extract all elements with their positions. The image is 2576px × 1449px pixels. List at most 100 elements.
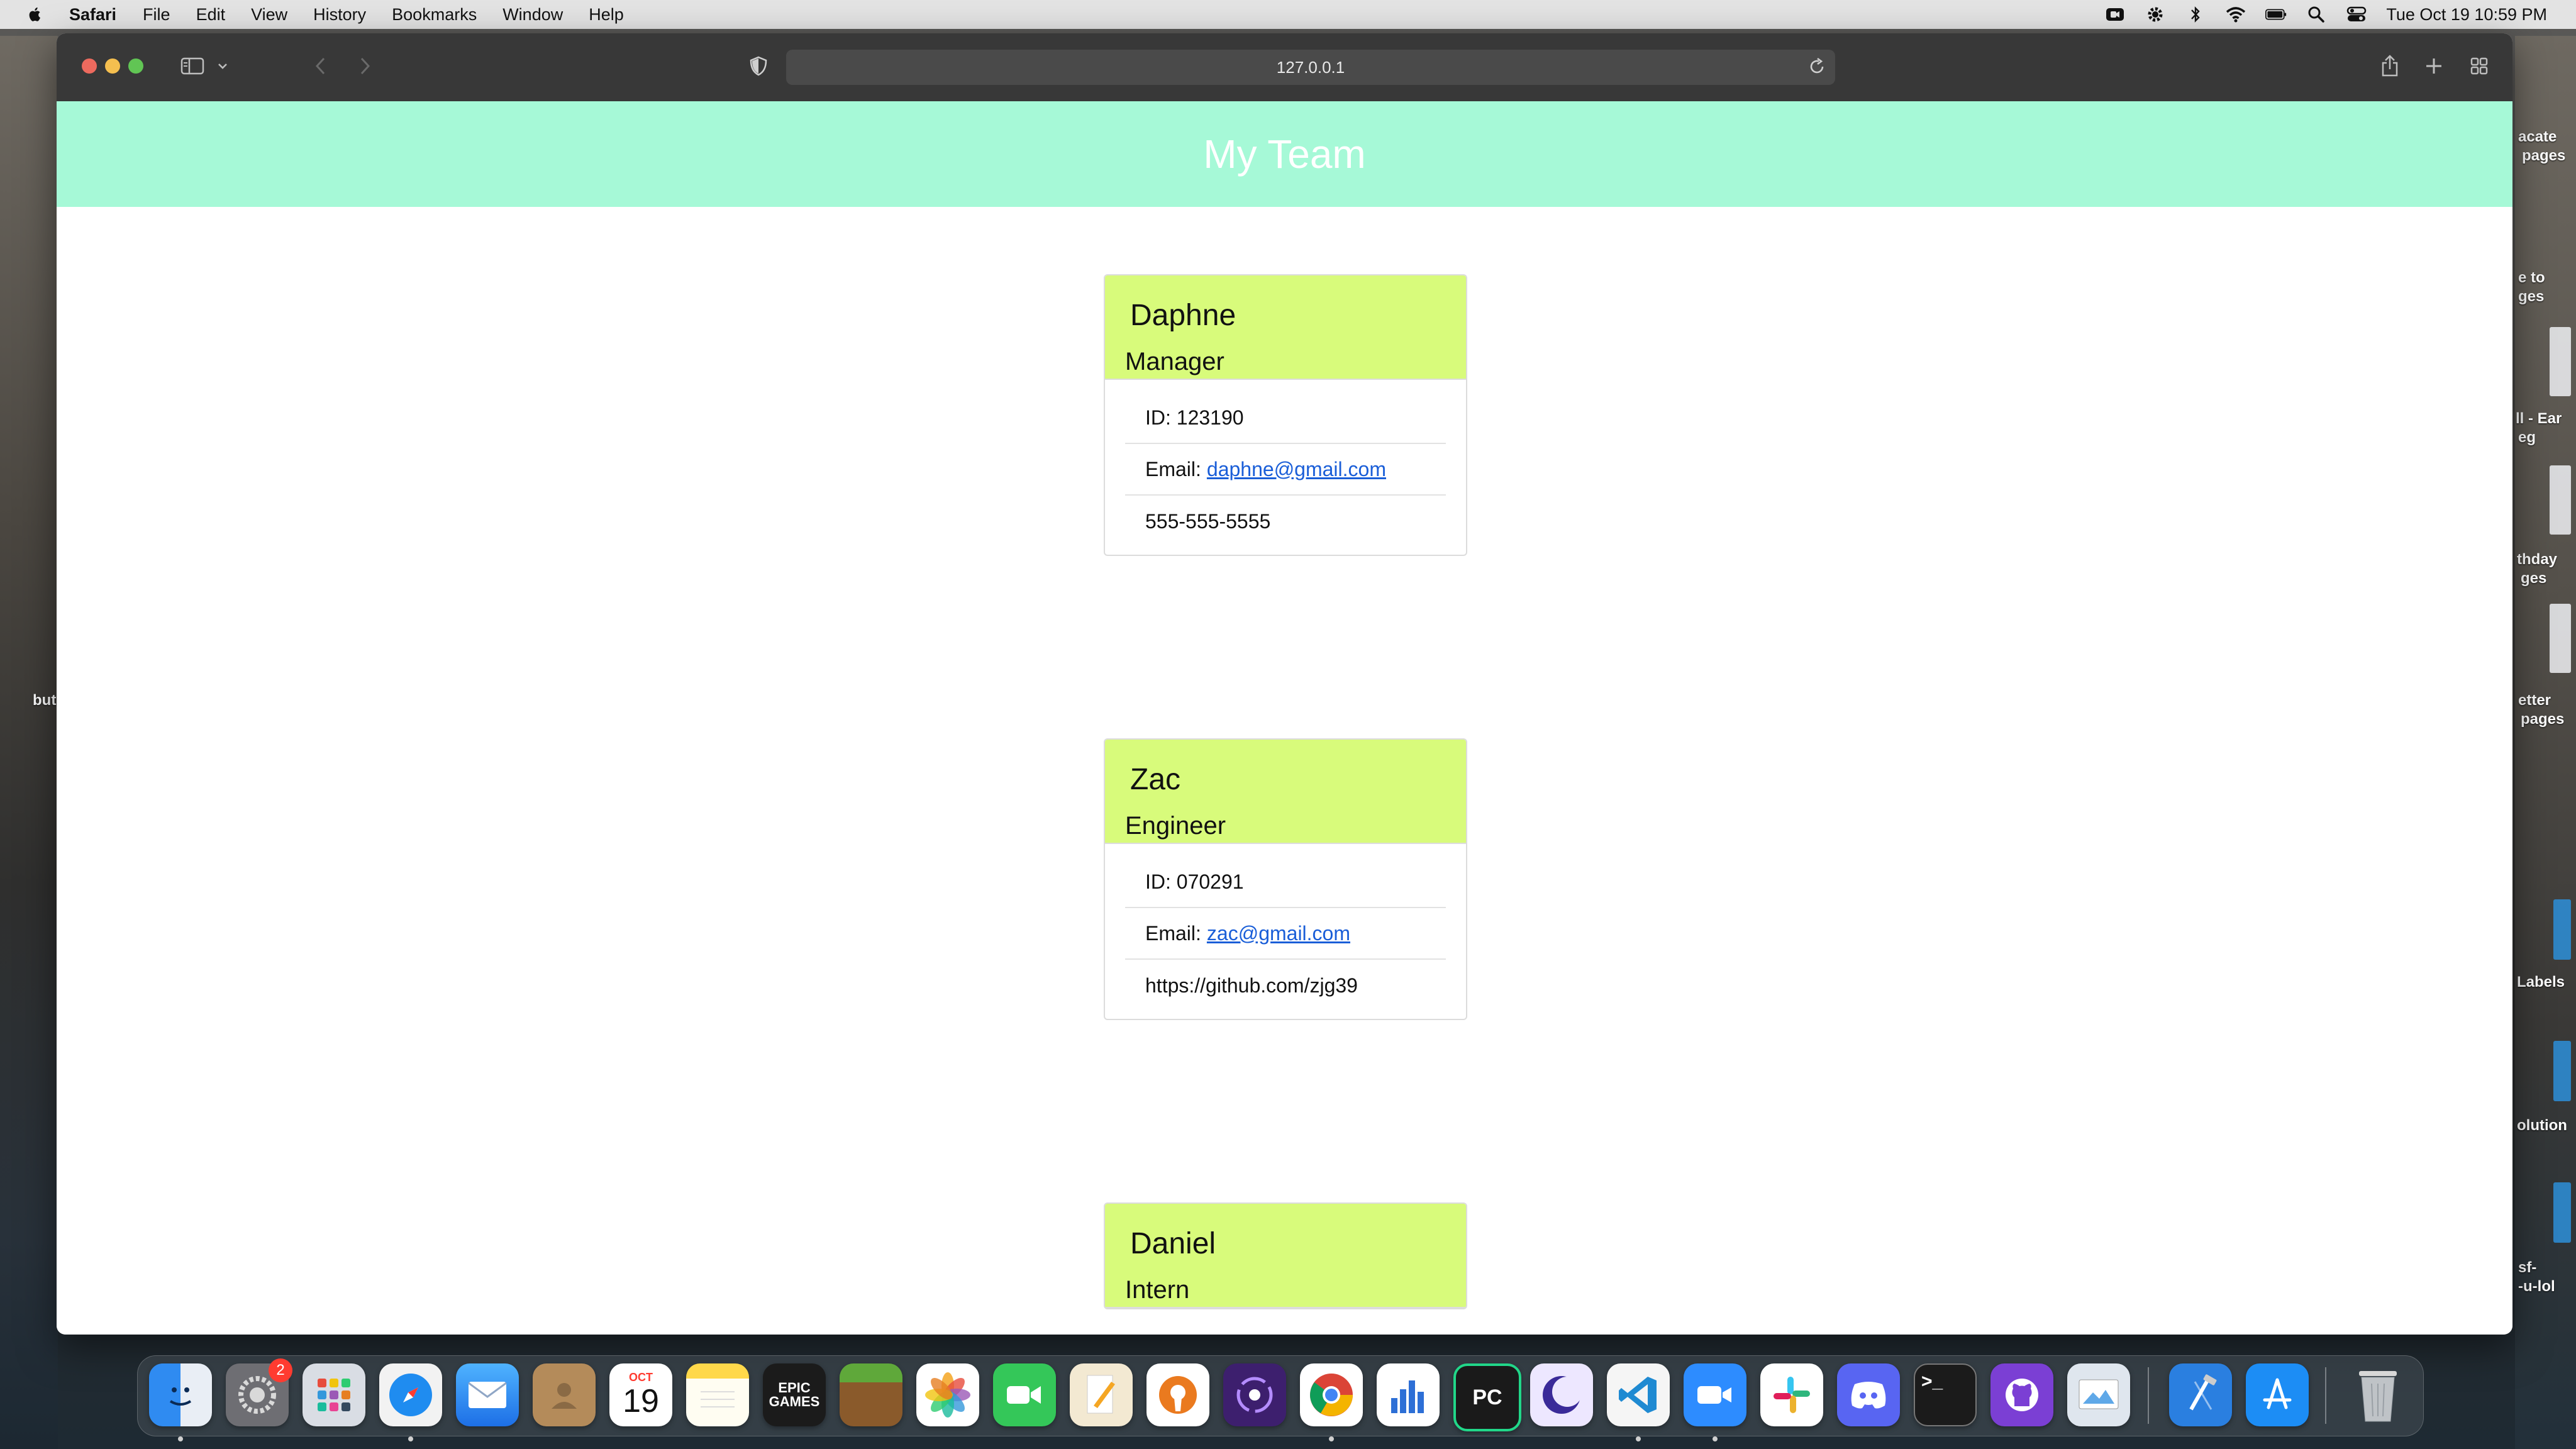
desktop-label[interactable]: thday (2517, 551, 2557, 569)
search-icon[interactable] (2306, 5, 2327, 24)
browser-toolbar: 127.0.0.1 (57, 33, 2512, 101)
desktop-label[interactable]: pages (2521, 711, 2564, 728)
desktop-label[interactable]: ll - Ear (2516, 410, 2562, 428)
desktop-label[interactable]: ges (2521, 570, 2546, 587)
desktop-label[interactable]: -u-lol (2518, 1278, 2555, 1296)
apple-icon[interactable] (26, 6, 44, 23)
sidebar-toggle-icon[interactable] (179, 53, 206, 79)
menu-help[interactable]: Help (589, 5, 624, 25)
terminal-icon[interactable]: >_ (1914, 1363, 1977, 1426)
mail-icon[interactable] (456, 1363, 519, 1426)
card-header: Daniel Intern (1105, 1204, 1466, 1308)
launchpad-icon[interactable] (303, 1363, 365, 1426)
podcasts-icon[interactable] (1223, 1363, 1286, 1426)
github-desktop-icon[interactable] (1990, 1363, 2053, 1426)
calendar-day: 19 (623, 1383, 659, 1419)
wifi-icon[interactable] (2225, 5, 2246, 24)
trash-icon[interactable] (2346, 1363, 2409, 1426)
share-icon[interactable] (2377, 53, 2402, 79)
pycharm-icon[interactable]: PC (1453, 1363, 1521, 1431)
screen-record-icon[interactable] (2104, 5, 2126, 24)
running-indicator (1329, 1436, 1334, 1441)
menu-file[interactable]: File (143, 5, 170, 25)
pages-icon[interactable] (1070, 1363, 1133, 1426)
employee-role: Engineer (1125, 812, 1226, 840)
app-store-icon[interactable] (2246, 1363, 2309, 1426)
desktop-file-icon[interactable] (2550, 327, 2571, 396)
notification-badge: 2 (269, 1358, 292, 1382)
chrome-icon[interactable] (1300, 1363, 1363, 1426)
menu-app-name[interactable]: Safari (69, 5, 116, 25)
menu-bookmarks[interactable]: Bookmarks (392, 5, 477, 25)
desktop-label[interactable]: eg (2518, 429, 2536, 447)
employee-card: Daphne Manager ID: 123190 Email: daphne@… (1104, 274, 1467, 556)
menu-window[interactable]: Window (502, 5, 563, 25)
desktop-label[interactable]: but (33, 692, 56, 709)
desktop-file-icon[interactable] (2553, 1182, 2571, 1243)
control-center-icon[interactable] (2346, 5, 2367, 24)
desktop-label[interactable]: pages (2522, 147, 2565, 165)
vscode-icon[interactable] (1607, 1363, 1670, 1426)
calendar-icon[interactable]: OCT 19 (609, 1363, 672, 1426)
minecraft-icon[interactable] (840, 1363, 902, 1426)
web-content: My Team Daphne Manager ID: 123190 Email:… (57, 101, 2512, 1335)
zoom-window-button[interactable] (128, 58, 143, 74)
running-indicator (408, 1436, 413, 1441)
reload-icon[interactable] (1807, 57, 1826, 80)
battery-icon[interactable] (2265, 5, 2287, 24)
preview-icon[interactable] (2067, 1363, 2130, 1426)
running-indicator (178, 1436, 183, 1441)
menu-history[interactable]: History (313, 5, 366, 25)
email-label: Email: (1145, 457, 1201, 480)
new-tab-icon[interactable] (2421, 53, 2446, 79)
facetime-icon[interactable] (993, 1363, 1056, 1426)
vpn-icon[interactable] (1146, 1363, 1209, 1426)
xcode-icon[interactable] (2169, 1363, 2232, 1426)
notes-icon[interactable] (686, 1363, 749, 1426)
photos-icon[interactable] (916, 1363, 979, 1426)
epic-games-label: EPIC GAMES (769, 1380, 820, 1409)
safari-icon[interactable] (379, 1363, 442, 1426)
desktop-label[interactable]: sf- (2518, 1259, 2536, 1277)
forward-icon[interactable] (352, 53, 377, 79)
system-preferences-icon[interactable]: 2 (226, 1358, 292, 1426)
employee-role: Intern (1125, 1276, 1190, 1304)
desktop-label[interactable]: e to (2518, 269, 2545, 287)
epic-games-icon[interactable]: EPIC GAMES (763, 1363, 826, 1426)
dock: 2 OCT 19 EPIC GAMES PC >_ (137, 1355, 2424, 1441)
menu-view[interactable]: View (251, 5, 287, 25)
employee-card: Zac Engineer ID: 070291 Email: zac@gmail… (1104, 738, 1467, 1020)
tab-overview-icon[interactable] (2467, 53, 2492, 79)
chevron-down-icon[interactable] (215, 53, 230, 79)
employee-github: https://github.com/zjg39 (1145, 974, 1358, 997)
discord-icon[interactable] (1837, 1363, 1900, 1426)
close-window-button[interactable] (82, 58, 97, 74)
desktop-label[interactable]: ges (2518, 288, 2544, 306)
desktop-label[interactable]: Labels (2517, 974, 2565, 991)
safari-window: 127.0.0.1 My Team Daphne Manager ID: 123… (57, 33, 2512, 1335)
desktop-file-icon[interactable] (2553, 899, 2571, 960)
finder-icon[interactable] (149, 1363, 212, 1426)
desktop-file-icon[interactable] (2553, 1041, 2571, 1101)
minimize-window-button[interactable] (105, 58, 120, 74)
menu-edit[interactable]: Edit (196, 5, 226, 25)
privacy-shield-icon[interactable] (746, 53, 771, 79)
zoom-icon[interactable] (1684, 1363, 1746, 1426)
bluetooth-icon[interactable] (2185, 5, 2206, 24)
clock[interactable]: Tue Oct 19 10:59 PM (2386, 5, 2547, 25)
desktop-label[interactable]: etter (2518, 692, 2551, 709)
grapher-icon[interactable] (1377, 1363, 1440, 1426)
slack-icon[interactable] (1760, 1363, 1823, 1426)
desktop-label[interactable]: acate (2518, 128, 2557, 146)
contacts-icon[interactable] (533, 1363, 596, 1426)
email-link[interactable]: daphne@gmail.com (1207, 458, 1386, 481)
email-label: Email: (1145, 921, 1201, 945)
back-icon[interactable] (308, 53, 333, 79)
email-link[interactable]: zac@gmail.com (1207, 922, 1350, 945)
address-bar[interactable]: 127.0.0.1 (786, 50, 1835, 85)
gear-icon[interactable] (2145, 5, 2166, 24)
eclipse-icon[interactable] (1530, 1363, 1593, 1426)
desktop-file-icon[interactable] (2550, 604, 2571, 673)
desktop-label[interactable]: olution (2517, 1117, 2567, 1135)
desktop-file-icon[interactable] (2550, 465, 2571, 535)
